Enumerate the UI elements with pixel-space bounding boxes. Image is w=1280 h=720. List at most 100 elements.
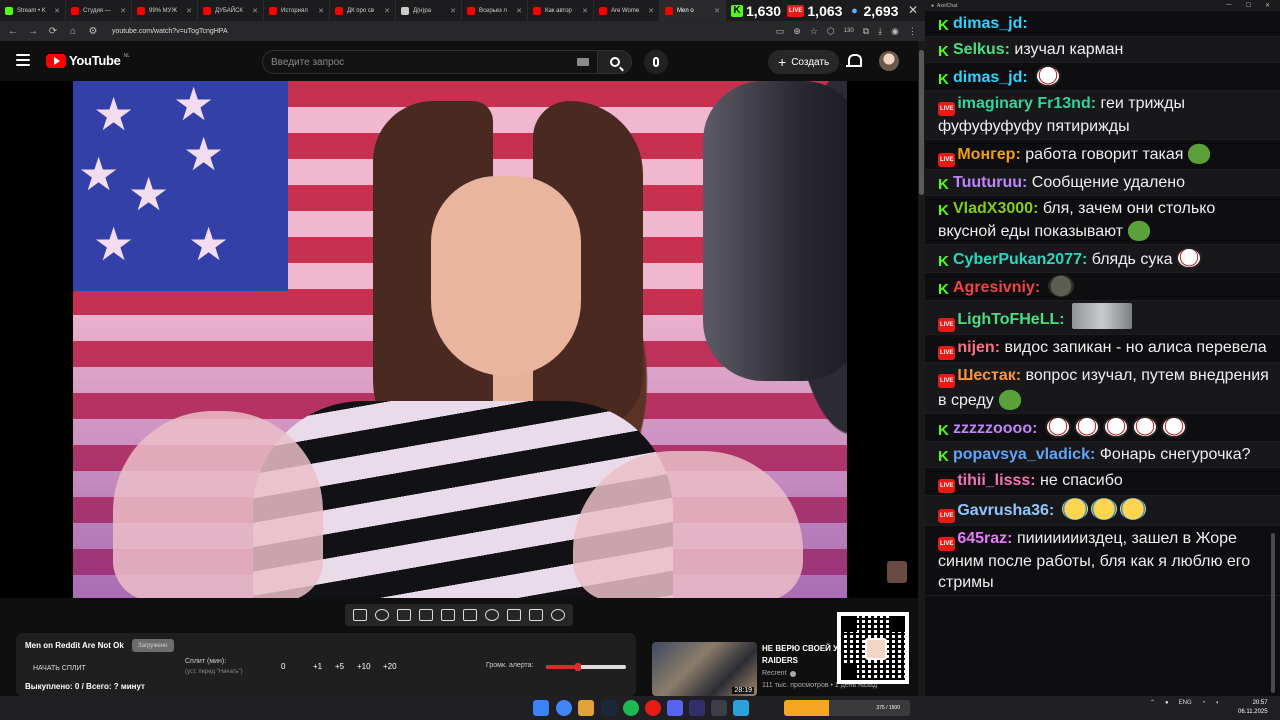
screenshot-icon[interactable] <box>529 609 543 621</box>
clock[interactable]: 20:57 06.11.2025 <box>1238 699 1268 717</box>
chat-message[interactable]: LIVE imaginary Fr13nd: геи трижды фуфуфуф… <box>925 91 1280 140</box>
bookmark-icon[interactable]: ☆ <box>810 26 818 37</box>
youtube-logo[interactable]: YouTube NL <box>46 53 130 68</box>
home-icon[interactable]: ⌂ <box>68 26 78 37</box>
recommendation-thumbnail[interactable]: 28:19 <box>652 642 757 696</box>
chat-message[interactable]: LIVE LighToFHeLL: <box>925 301 1280 335</box>
chat-username[interactable]: 645raz <box>957 530 1007 547</box>
url-field[interactable]: youtube.com/watch?v=uTogTcngHPA <box>112 28 228 35</box>
recommendation-channel[interactable]: Recrent <box>762 670 796 677</box>
browser-tab[interactable]: Всерьез л ✕ <box>462 0 528 21</box>
add-icon[interactable] <box>507 609 521 621</box>
cast-icon[interactable]: ▭ <box>776 26 785 37</box>
menu-icon[interactable] <box>16 54 30 66</box>
chat-message[interactable]: LIVE Gavrusha36: <box>925 496 1280 526</box>
tab-close-icon[interactable]: ✕ <box>582 7 588 15</box>
minimize-icon[interactable]: — <box>1226 2 1232 9</box>
chat-message[interactable]: Kdimas_jd: <box>925 11 1280 37</box>
clapperboard-icon[interactable] <box>419 609 433 621</box>
chat-message[interactable]: K Selkus: изучал карман <box>925 37 1280 63</box>
volume-icon[interactable]: ◖ <box>1215 700 1219 706</box>
download-icon[interactable]: ⤓ <box>878 26 882 37</box>
chat-username[interactable]: Tuuturuu <box>953 174 1022 191</box>
tab-close-icon[interactable]: ✕ <box>252 7 258 15</box>
chat-message[interactable]: Kdimas_jd: <box>925 63 1280 91</box>
chat-username[interactable]: Шестак <box>957 367 1015 384</box>
mic-icon[interactable]: ● <box>1165 700 1169 706</box>
pip-icon[interactable] <box>441 609 455 621</box>
menu-icon[interactable]: ⋮ <box>908 26 917 37</box>
chat-message[interactable]: LIVE 645raz: пиииииииздец, зашел в Жоре с… <box>925 526 1280 596</box>
tab-close-icon[interactable]: ✕ <box>120 7 126 15</box>
maximize-icon[interactable]: ☐ <box>1246 2 1251 9</box>
chat-username[interactable]: imaginary Fr13nd <box>957 95 1090 112</box>
chat-username[interactable]: nijen <box>957 339 994 356</box>
video-frame[interactable]: ★ ★ ★ ★ ★ ★ ★ <box>73 81 847 598</box>
chevron-up-icon[interactable]: ⌃ <box>1150 699 1155 706</box>
chat-message[interactable]: K VladX3000: бля, зачем они столько вкусн… <box>925 196 1280 245</box>
split-value[interactable]: 0 <box>281 662 285 671</box>
site-info-icon[interactable]: ⚙ <box>88 26 98 37</box>
chat-message[interactable]: LIVE nijen: видос запикан - но алиса пере… <box>925 335 1280 363</box>
alert-volume-knob[interactable] <box>575 663 581 671</box>
broadcast-icon[interactable] <box>375 609 389 621</box>
browser-tab[interactable]: Д(н)ра ✕ <box>396 0 462 21</box>
chrome-icon[interactable] <box>556 700 572 716</box>
zoom-icon[interactable]: ⊕ <box>793 26 801 37</box>
recommendation-title[interactable]: НЕ ВЕРЮ СВОЕЙ У RAIDERS <box>762 643 842 667</box>
gear-icon[interactable] <box>551 609 565 621</box>
tab-close-icon[interactable]: ✕ <box>186 7 192 15</box>
keyboard-icon[interactable] <box>577 58 589 66</box>
chat-message[interactable]: LIVE Монгер: работа говорит такая <box>925 140 1280 170</box>
chat-message-list[interactable]: Kdimas_jd: K Selkus: изучал карман Kdimas_… <box>925 11 1280 696</box>
steam-icon[interactable] <box>601 700 617 716</box>
tab-close-icon[interactable]: ✕ <box>714 7 720 15</box>
tab-close-icon[interactable]: ✕ <box>516 7 522 15</box>
video-player[interactable]: ★ ★ ★ ★ ★ ★ ★ <box>0 81 918 598</box>
increment-button[interactable]: +10 <box>357 662 371 671</box>
chat-username[interactable]: zzzzzoooo <box>953 420 1032 437</box>
tab-close-icon[interactable]: ✕ <box>318 7 324 15</box>
chat-username[interactable]: popavsya_vladick <box>953 446 1090 463</box>
browser-tab[interactable]: Студия — ✕ <box>66 0 132 21</box>
browser-tab[interactable]: Stream • K ✕ <box>0 0 66 21</box>
chat-message[interactable]: Kzzzzzoooo: <box>925 414 1280 442</box>
chat-message[interactable]: K CyberPukan2077: блядь сука <box>925 245 1280 273</box>
tab-close-icon[interactable]: ✕ <box>450 7 456 15</box>
chat-username[interactable]: Selkus <box>953 41 1005 58</box>
chat-username[interactable]: dimas_jd <box>953 69 1022 86</box>
search-button[interactable] <box>598 50 632 74</box>
telegram-icon[interactable] <box>733 700 749 716</box>
tab-close-icon[interactable]: ✕ <box>384 7 390 15</box>
chat-username[interactable]: CyberPukan2077 <box>953 251 1082 268</box>
language-indicator[interactable]: ENG <box>1179 700 1192 706</box>
reload-icon[interactable]: ⟳ <box>48 26 58 37</box>
extension-icon[interactable]: ⬡ <box>827 26 835 37</box>
chat-username[interactable]: Монгер <box>957 146 1015 163</box>
app-icon[interactable] <box>711 700 727 716</box>
create-button[interactable]: + Создать <box>768 50 840 74</box>
chat-message[interactable]: K Tuuturuu: Сообщение удалено <box>925 170 1280 196</box>
loop-icon[interactable] <box>353 609 367 621</box>
start-icon[interactable] <box>533 700 549 716</box>
start-split-button[interactable]: НАЧАТЬ СПЛИТ <box>25 661 115 675</box>
speed-icon[interactable] <box>485 609 499 621</box>
chat-scrollbar[interactable] <box>1271 533 1275 693</box>
browser-tab[interactable]: 99% МУЖ ✕ <box>132 0 198 21</box>
forward-icon[interactable]: → <box>28 26 38 37</box>
browser-tab[interactable]: ДК про св ✕ <box>330 0 396 21</box>
wifi-icon[interactable]: ◔ <box>1202 700 1206 706</box>
chat-message[interactable]: LIVE Шестак: вопрос изучал, путем внедрен… <box>925 363 1280 414</box>
chat-message[interactable]: LIVE tihii_lisss: не спасибо <box>925 468 1280 496</box>
search-input[interactable] <box>271 56 561 68</box>
notifications-icon[interactable] <box>846 54 862 68</box>
close-icon[interactable]: ✕ <box>1265 2 1270 9</box>
browser-tab[interactable]: ДУБАЙСК ✕ <box>198 0 264 21</box>
close-icon[interactable]: ✕ <box>908 3 918 17</box>
back-icon[interactable]: ← <box>8 26 18 37</box>
increment-button[interactable]: +5 <box>335 662 344 671</box>
record-icon[interactable] <box>645 700 661 716</box>
obs-icon[interactable] <box>689 700 705 716</box>
chat-username[interactable]: dimas_jd <box>953 15 1022 32</box>
profile-icon[interactable]: ◉ <box>891 26 899 37</box>
